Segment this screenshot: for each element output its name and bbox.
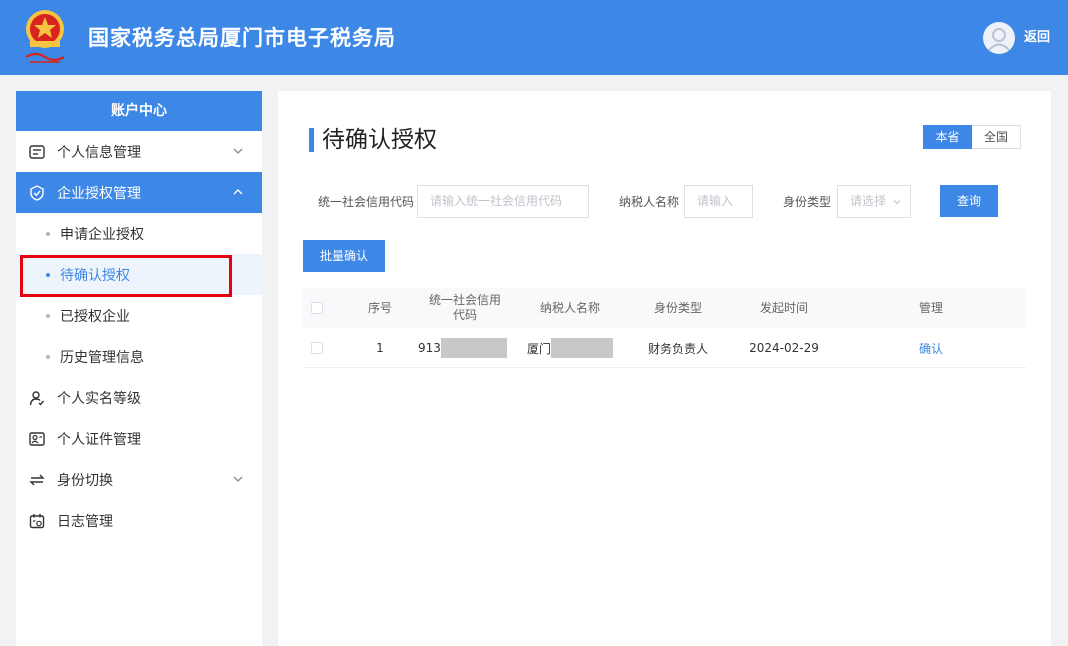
batch-confirm-button[interactable]: 批量确认 <box>303 240 385 272</box>
row-select-cell <box>303 328 331 368</box>
taxpayer-name-label: 纳税人名称 <box>619 195 680 209</box>
sidebar-title: 账户中心 <box>16 91 262 131</box>
cell-initiated-time: 2024-02-29 <box>749 341 819 355</box>
sidebar-subitem-label: 申请企业授权 <box>60 226 144 243</box>
tax-emblem-logo <box>25 10 65 63</box>
certificate-icon <box>28 430 46 448</box>
chevron-down-icon <box>893 200 901 205</box>
shield-check-icon <box>28 184 46 202</box>
sidebar-subitem-label: 历史管理信息 <box>60 349 144 366</box>
taxpayer-name-input[interactable]: 请输入 <box>684 185 753 218</box>
bullet-icon <box>46 231 50 236</box>
credit-code-input[interactable]: 请输入统一社会信用代码 <box>417 185 589 218</box>
site-title: 国家税务总局厦门市电子税务局 <box>88 26 396 50</box>
sidebar: 账户中心 个人信息管理 企业授权管理 申请企业授权 待确认授权 已授权企业 历史… <box>16 91 262 646</box>
column-header-index: 序号 <box>367 300 392 315</box>
sidebar-item-label: 个人证件管理 <box>57 431 141 448</box>
redaction-mask <box>551 338 614 358</box>
bullet-icon <box>46 272 50 277</box>
chevron-down-icon <box>233 148 243 154</box>
sidebar-item-label: 日志管理 <box>57 513 113 530</box>
column-header-initiated-time: 发起时间 <box>759 300 808 315</box>
sidebar-subitem-apply-auth[interactable]: 申请企业授权 <box>16 213 262 254</box>
sidebar-item-log-management[interactable]: 日志管理 <box>16 500 262 541</box>
main-panel: 待确认授权 本省 全国 统一社会信用代码 请输入统一社会信用代码 纳税人名称 请… <box>278 91 1051 646</box>
avatar-icon <box>988 28 1010 51</box>
select-all-checkbox[interactable] <box>311 302 323 314</box>
chevron-up-icon <box>233 189 243 195</box>
sidebar-subitem-history[interactable]: 历史管理信息 <box>16 336 262 377</box>
calendar-log-icon <box>28 512 46 530</box>
sidebar-subitem-authorized[interactable]: 已授权企业 <box>16 295 262 336</box>
credit-code-visible-text: 913 <box>418 341 441 355</box>
sidebar-subitem-label: 待确认授权 <box>60 267 130 284</box>
switch-icon <box>28 471 46 489</box>
sidebar-item-realname-level[interactable]: 个人实名等级 <box>16 377 262 418</box>
sidebar-subitem-label: 已授权企业 <box>60 308 130 325</box>
search-button[interactable]: 查询 <box>940 185 998 217</box>
cell-taxpayer-name: 厦门 <box>527 328 647 368</box>
column-header-taxpayer-name: 纳税人名称 <box>539 300 600 315</box>
bullet-icon <box>46 313 50 318</box>
identity-type-placeholder: 请选择 <box>850 194 887 208</box>
sidebar-item-personal-info[interactable]: 个人信息管理 <box>16 131 262 172</box>
top-header: 国家税务总局厦门市电子税务局 返回 <box>0 0 1068 75</box>
region-toggle: 本省 全国 <box>923 125 1021 149</box>
table-header: 序号 统一社会信用代码 纳税人名称 身份类型 发起时间 管理 <box>303 288 1026 328</box>
cell-identity-type: 财务负责人 <box>647 341 708 356</box>
sidebar-item-certificates[interactable]: 个人证件管理 <box>16 418 262 459</box>
credit-code-label: 统一社会信用代码 <box>318 195 415 209</box>
sidebar-item-identity-switch[interactable]: 身份切换 <box>16 459 262 500</box>
region-option-national[interactable]: 全国 <box>972 125 1021 149</box>
cell-credit-code: 913 <box>418 328 518 368</box>
page-title: 待确认授权 <box>322 127 437 153</box>
confirm-link[interactable]: 确认 <box>919 340 943 357</box>
user-avatar[interactable] <box>983 22 1015 54</box>
sidebar-subitem-pending-auth[interactable]: 待确认授权 <box>16 254 262 295</box>
column-header-credit-code: 统一社会信用代码 <box>428 293 501 322</box>
id-card-icon <box>28 143 46 161</box>
region-option-province[interactable]: 本省 <box>923 125 972 149</box>
title-accent-bar <box>309 128 314 152</box>
cell-index: 1 <box>376 341 384 355</box>
bullet-icon <box>46 354 50 359</box>
user-verify-icon <box>28 389 46 407</box>
taxpayer-name-visible-text: 厦门 <box>527 341 552 356</box>
back-link[interactable]: 返回 <box>1024 29 1050 47</box>
chevron-down-icon <box>233 476 243 482</box>
identity-type-label: 身份类型 <box>783 195 832 209</box>
row-checkbox[interactable] <box>311 342 323 354</box>
table-row: 1 913 厦门 财务负责人 2024-02-29 确认 <box>303 328 1026 368</box>
select-all-cell <box>303 288 331 328</box>
redaction-mask <box>440 338 507 358</box>
cell-actions: 确认 <box>894 328 968 368</box>
sidebar-item-enterprise-auth[interactable]: 企业授权管理 <box>16 172 262 213</box>
identity-type-select[interactable]: 请选择 <box>837 185 911 218</box>
column-header-identity-type: 身份类型 <box>653 300 702 315</box>
column-header-actions: 管理 <box>918 300 943 315</box>
sidebar-item-label: 个人实名等级 <box>57 390 141 407</box>
